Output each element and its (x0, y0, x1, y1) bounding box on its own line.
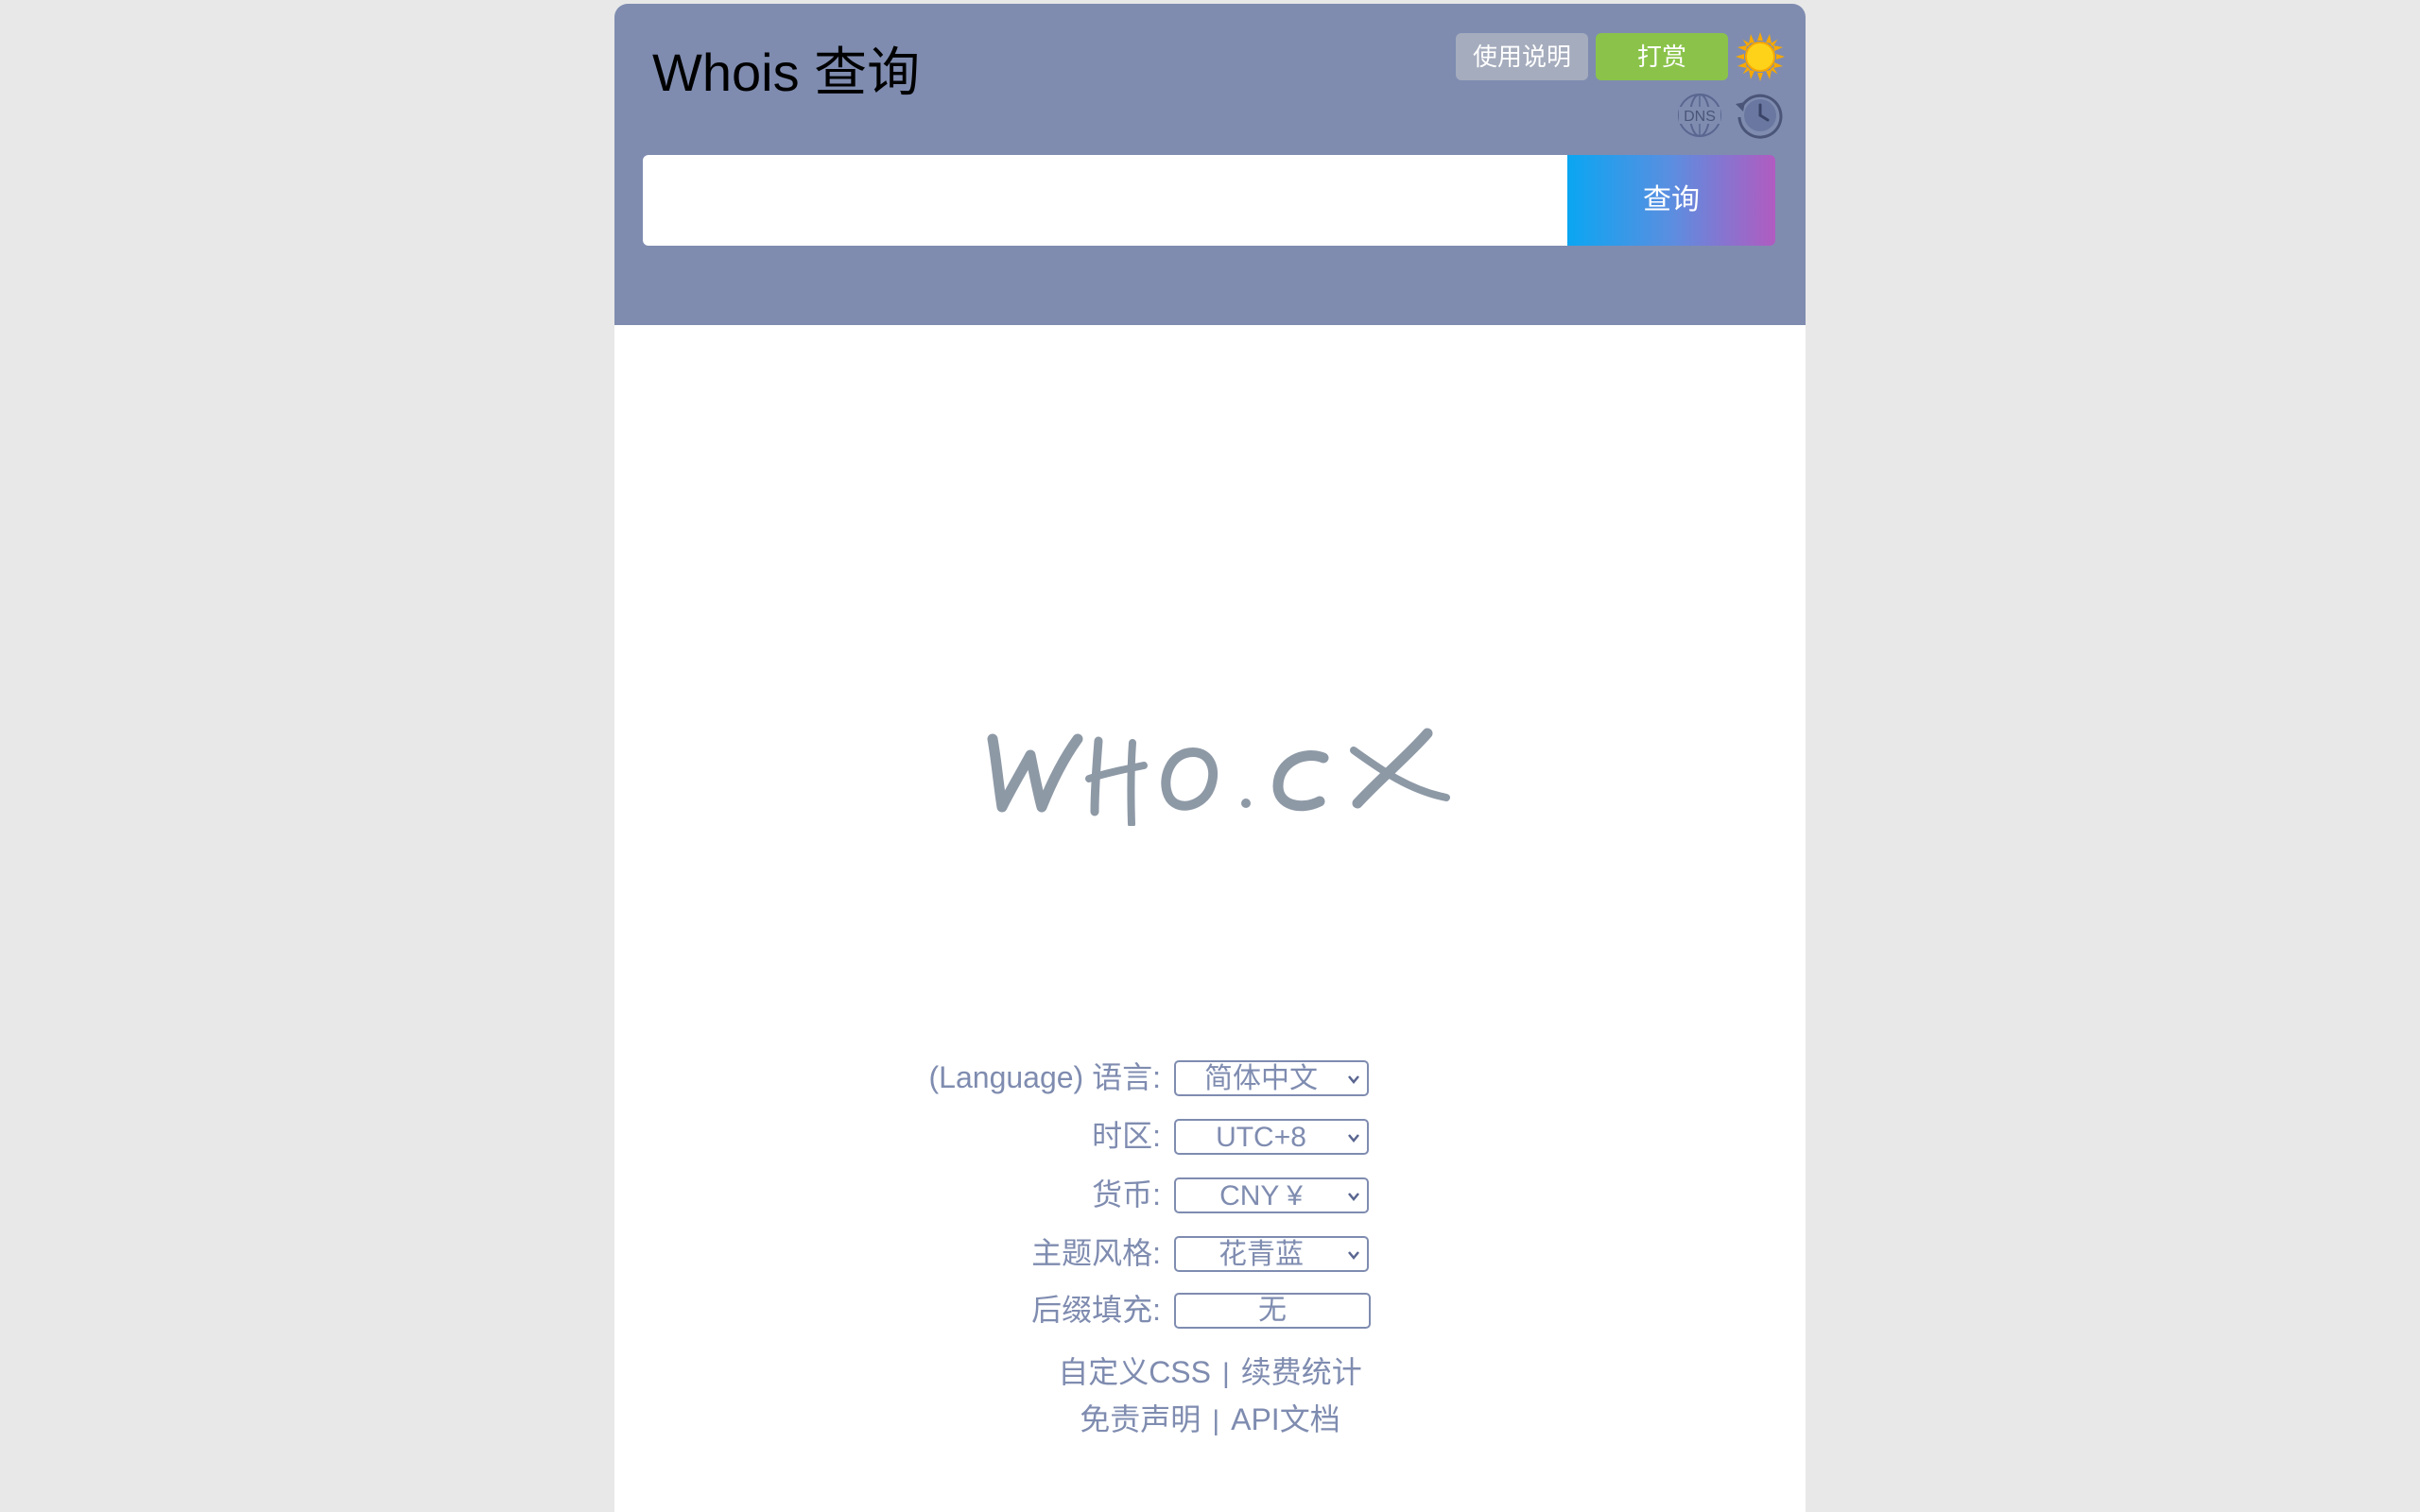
footer-links-row-2: 免责声明 | API文档 (614, 1399, 1806, 1442)
api-docs-link[interactable]: API文档 (1231, 1402, 1340, 1436)
donate-button[interactable]: 打赏 (1596, 33, 1728, 80)
theme-label: 主题风格: (1031, 1236, 1161, 1270)
main-card: Whois 查询 使用说明 打赏 DNS 查询 (Language) 语言: 简… (614, 4, 1806, 1512)
theme-row: 主题风格: 花青蓝 (614, 1232, 1806, 1274)
language-row: (Language) 语言: 简体中文 (614, 1057, 1806, 1098)
help-button[interactable]: 使用说明 (1456, 33, 1588, 80)
dns-globe-icon[interactable]: DNS (1675, 91, 1724, 140)
currency-select[interactable]: CNY ¥ (1174, 1177, 1369, 1213)
theme-select-value: 花青蓝 (1219, 1239, 1304, 1270)
page-title: Whois 查询 (652, 43, 921, 102)
timezone-label: 时区: (1092, 1119, 1161, 1153)
footer-links-row-1: 自定义CSS | 续费统计 (614, 1351, 1806, 1395)
chevron-down-icon (1348, 1134, 1359, 1143)
header: Whois 查询 使用说明 打赏 DNS 查询 (614, 4, 1806, 325)
currency-row: 货币: CNY ¥ (614, 1174, 1806, 1215)
currency-label: 货币: (1092, 1177, 1161, 1211)
who-cx-logo (987, 728, 1450, 826)
timezone-select-value: UTC+8 (1216, 1122, 1306, 1153)
search-input[interactable] (643, 155, 1567, 246)
history-clock-icon[interactable] (1732, 89, 1785, 142)
sun-icon[interactable] (1736, 32, 1785, 81)
chevron-down-icon (1348, 1193, 1359, 1201)
language-select[interactable]: 简体中文 (1174, 1060, 1369, 1096)
search-button[interactable]: 查询 (1567, 155, 1775, 246)
suffix-row: 后缀填充: 无 (614, 1289, 1806, 1331)
renewal-stats-link[interactable]: 续费统计 (1241, 1355, 1362, 1389)
currency-select-value: CNY ¥ (1219, 1180, 1303, 1211)
link-separator: | (1212, 1405, 1220, 1436)
suffix-input[interactable]: 无 (1174, 1293, 1371, 1329)
theme-select[interactable]: 花青蓝 (1174, 1236, 1369, 1272)
timezone-select[interactable]: UTC+8 (1174, 1119, 1369, 1155)
suffix-label: 后缀填充: (1031, 1293, 1161, 1327)
language-select-value: 简体中文 (1204, 1063, 1318, 1094)
custom-css-link[interactable]: 自定义CSS (1058, 1355, 1211, 1389)
disclaimer-link[interactable]: 免责声明 (1080, 1402, 1201, 1436)
language-label: (Language) 语言: (928, 1060, 1161, 1094)
dns-label: DNS (1684, 109, 1716, 125)
link-separator: | (1222, 1358, 1230, 1389)
chevron-down-icon (1348, 1075, 1359, 1084)
timezone-row: 时区: UTC+8 (614, 1115, 1806, 1157)
chevron-down-icon (1348, 1251, 1359, 1260)
